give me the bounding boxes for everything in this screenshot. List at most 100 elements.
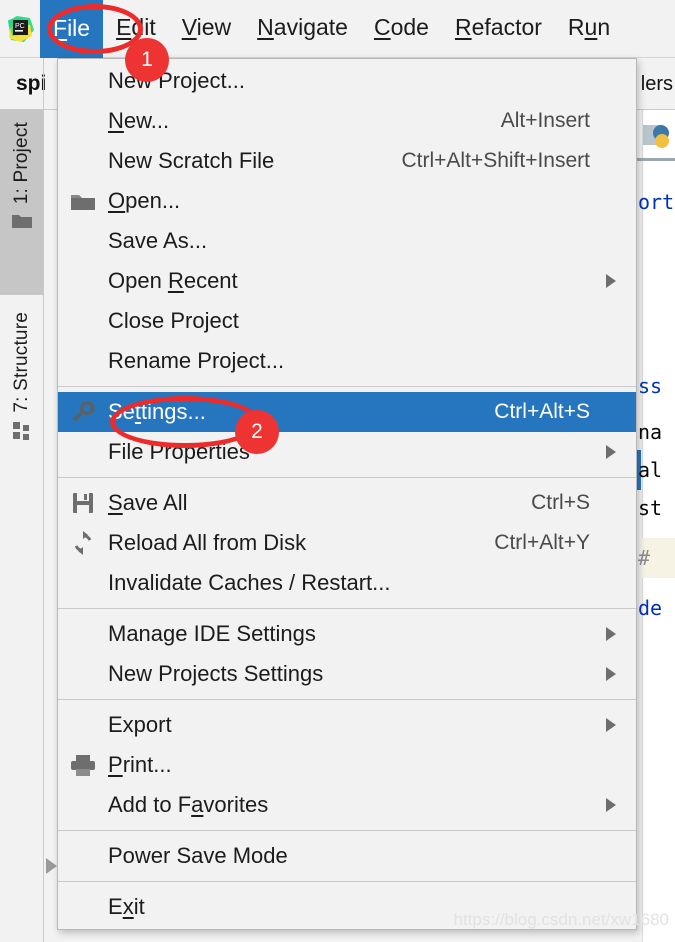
mnemonic-letter: F (53, 15, 68, 41)
mnemonic-letter: C (373, 14, 391, 40)
sidebar-item-structure[interactable]: 7: Structure (0, 300, 43, 490)
mnemonic-letter: R (167, 268, 184, 293)
mnemonic-letter: S (108, 490, 123, 515)
menu-item-invalidate-caches[interactable]: Invalidate Caches / Restart... (58, 563, 636, 603)
submenu-arrow-icon (606, 798, 636, 812)
menu-item-shortcut: Alt+Insert (500, 109, 590, 132)
icon-placeholder (58, 141, 108, 181)
separator-4 (58, 699, 636, 700)
code-line: # (638, 546, 651, 570)
mnemonic-letter: t (134, 399, 142, 424)
toolwindow-divider (43, 58, 44, 942)
submenu-arrow-icon (606, 718, 636, 732)
left-toolwindow-bar: 1: Project 7: Structure (0, 110, 43, 942)
menu-item-label: New... (108, 108, 170, 133)
menu-item-shortcut: Ctrl+S (531, 491, 590, 514)
menu-item-add-to-favorites[interactable]: Add to Favorites (58, 785, 636, 825)
menu-item-export[interactable]: Export (58, 705, 636, 745)
icon-placeholder (58, 301, 108, 341)
mnemonic-letter: P (108, 752, 123, 777)
menu-item-label: New Project... (108, 68, 245, 93)
menu-item-manage-ide-settings[interactable]: Manage IDE Settings (58, 614, 636, 654)
folder-icon (11, 212, 33, 235)
menu-item-label: Power Save Mode (108, 843, 288, 868)
menu-item-label: Export (108, 712, 172, 737)
mnemonic-letter: E (116, 14, 132, 40)
menu-item-settings[interactable]: Settings... Ctrl+Alt+S (58, 392, 636, 432)
menu-item-label: Invalidate Caches / Restart... (108, 570, 391, 595)
icon-placeholder (58, 61, 108, 101)
menubar-item-refactor[interactable]: Refactor (442, 10, 555, 47)
submenu-arrow-icon (606, 667, 636, 681)
separator-3 (58, 608, 636, 609)
submenu-arrow-icon (606, 445, 636, 459)
submenu-arrow-icon (606, 627, 636, 641)
menu-item-rename-project[interactable]: Rename Project... (58, 341, 636, 381)
menu-item-open[interactable]: Open... (58, 181, 636, 221)
icon-placeholder (58, 705, 108, 745)
icon-placeholder (58, 261, 108, 301)
menu-item-label: Rename Project... (108, 348, 285, 373)
menu-item-shortcut: Ctrl+Alt+Y (494, 531, 590, 554)
menubar-item-navigate[interactable]: Navigate (244, 10, 361, 47)
separator-6 (58, 881, 636, 882)
sidebar-item-structure-label: 7: Structure (10, 312, 32, 413)
code-editor-peek[interactable]: ort ss na al st # de (636, 110, 675, 942)
icon-placeholder (58, 563, 108, 603)
python-file-icon (642, 122, 670, 150)
menu-item-label: New Scratch File (108, 148, 275, 173)
code-line: de (638, 596, 663, 620)
menubar-item-run[interactable]: Run (555, 10, 623, 47)
menu-item-open-recent[interactable]: Open Recent (58, 261, 636, 301)
menu-item-label: Manage IDE Settings (108, 621, 316, 646)
icon-placeholder (58, 221, 108, 261)
save-icon (58, 483, 108, 523)
menu-item-new-scratch-file[interactable]: New Scratch File Ctrl+Alt+Shift+Insert (58, 141, 636, 181)
step-badge-1: 1 (125, 38, 169, 82)
menu-item-label: Save All (108, 490, 188, 515)
wrench-icon (58, 392, 108, 432)
reload-icon (58, 523, 108, 563)
expand-triangle-icon[interactable] (46, 858, 57, 874)
menu-item-label: Settings... (108, 399, 206, 424)
separator-2 (58, 477, 636, 478)
tabstrip-right-label: lers (640, 73, 673, 95)
file-dropdown-menu[interactable]: New Project... New... Alt+Insert New Scratc… (57, 58, 637, 930)
structure-grid-icon (12, 421, 32, 446)
menu-item-file-properties[interactable]: File Properties (58, 432, 636, 472)
icon-placeholder (58, 432, 108, 472)
editor-gutter (636, 110, 643, 942)
icon-placeholder (58, 654, 108, 694)
menu-item-label: Save As... (108, 228, 208, 253)
mnemonic-letter: O (108, 188, 126, 213)
menubar-item-file[interactable]: File (40, 0, 104, 58)
menu-item-save-all[interactable]: Save All Ctrl+S (58, 483, 636, 523)
mnemonic-letter: V (181, 14, 197, 40)
separator-1 (58, 386, 636, 387)
mnemonic-letter: x (122, 894, 134, 919)
menu-item-close-project[interactable]: Close Project (58, 301, 636, 341)
code-line: al (638, 458, 663, 482)
menubar-item-view[interactable]: View (169, 10, 244, 47)
menu-item-print[interactable]: Print... (58, 745, 636, 785)
watermark-text: https://blog.csdn.net/xw1680 (453, 910, 669, 929)
sidebar-item-project[interactable]: 1: Project (0, 110, 43, 295)
menu-item-new[interactable]: New... Alt+Insert (58, 101, 636, 141)
code-line: ort (638, 190, 675, 214)
menubar-item-code[interactable]: Code (361, 10, 442, 47)
menu-item-new-projects-settings[interactable]: New Projects Settings (58, 654, 636, 694)
menu-item-label: Add to Favorites (108, 792, 269, 817)
icon-placeholder (58, 785, 108, 825)
folder-icon (58, 181, 108, 221)
code-line: ss (638, 374, 663, 398)
mnemonic-letter: N (108, 108, 124, 133)
project-name-label: spi (16, 72, 47, 95)
menu-item-save-as[interactable]: Save As... (58, 221, 636, 261)
menu-item-reload-all-from-disk[interactable]: Reload All from Disk Ctrl+Alt+Y (58, 523, 636, 563)
sidebar-item-project-label: 1: Project (10, 122, 32, 205)
menu-item-power-save-mode[interactable]: Power Save Mode (58, 836, 636, 876)
mnemonic-letter: u (584, 14, 598, 40)
menu-item-label: Open Recent (108, 268, 238, 293)
menu-item-label: New Projects Settings (108, 661, 324, 686)
mnemonic-letter: N (257, 14, 274, 40)
